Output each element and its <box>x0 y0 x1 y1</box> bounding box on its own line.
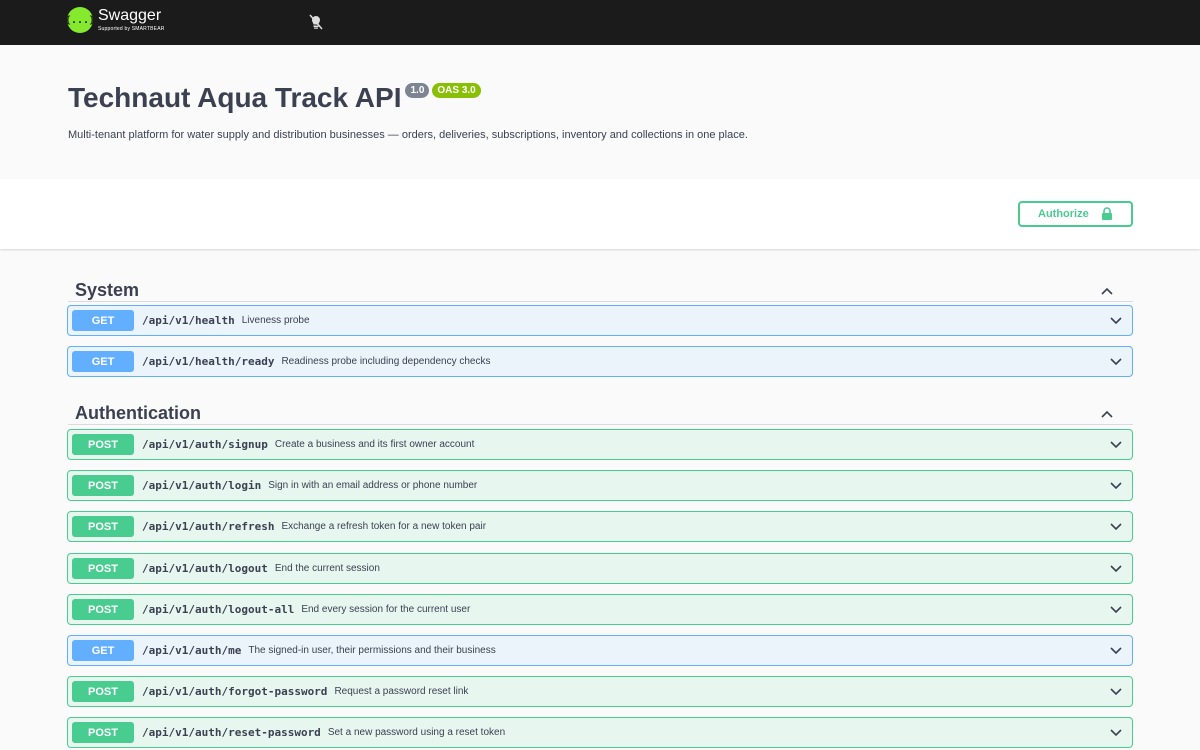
operation-path: /api/v1/auth/me <box>142 644 242 657</box>
lock-icon <box>1102 207 1112 220</box>
method-badge: POST <box>72 475 134 496</box>
api-description: Multi-tenant platform for water supply a… <box>68 129 748 141</box>
method-badge: GET <box>72 640 134 661</box>
chevron-down-icon[interactable] <box>1110 317 1122 325</box>
api-title-row: Technaut Aqua Track API 1.0 OAS 3.0 <box>68 82 481 114</box>
version-badge: 1.0 <box>405 83 430 98</box>
authorize-label: Authorize <box>1038 208 1089 220</box>
operation-row[interactable]: POST/api/v1/auth/signup Create a business… <box>67 429 1133 460</box>
method-badge: POST <box>72 599 134 620</box>
operation-summary: The signed-in user, their permissions an… <box>248 645 496 656</box>
page-title: Technaut Aqua Track API <box>68 82 402 113</box>
operation-summary: End every session for the current user <box>301 604 471 615</box>
operation-summary: Request a password reset link <box>334 686 469 697</box>
operation-path: /api/v1/health/ready <box>142 355 275 368</box>
chevron-down-icon[interactable] <box>1110 606 1122 614</box>
scheme-container: Authorize <box>0 179 1200 249</box>
section-title: System <box>75 280 140 300</box>
method-badge: GET <box>72 310 134 331</box>
operation-row[interactable]: GET/api/v1/health Liveness probe <box>67 305 1133 336</box>
section-title: Authentication <box>75 403 201 423</box>
method-badge: POST <box>72 722 134 743</box>
operation-summary: Liveness probe <box>241 315 310 326</box>
swagger-logo-icon: {...} <box>65 7 95 33</box>
operation-row[interactable]: GET/api/v1/health/ready Readiness probe i… <box>67 346 1133 377</box>
chevron-down-icon[interactable] <box>1110 729 1122 737</box>
method-badge: GET <box>72 351 134 372</box>
chevron-down-icon[interactable] <box>1110 565 1122 573</box>
chevron-up-icon[interactable] <box>1101 410 1113 418</box>
operation-path: /api/v1/auth/logout-all <box>142 603 295 616</box>
operation-row[interactable]: POST/api/v1/auth/reset-password Set a new… <box>67 717 1133 748</box>
operation-path: /api/v1/auth/refresh <box>142 520 275 533</box>
operation-row[interactable]: POST/api/v1/auth/logout-all End every ses… <box>67 594 1133 625</box>
method-badge: POST <box>72 558 134 579</box>
operation-summary: End the current session <box>274 563 380 574</box>
operation-summary: Create a business and its first owner ac… <box>274 439 475 450</box>
operation-row[interactable]: POST/api/v1/auth/login Sign in with an em… <box>67 470 1133 501</box>
operation-row[interactable]: POST/api/v1/auth/refresh Exchange a refre… <box>67 511 1133 542</box>
authorize-button[interactable]: Authorize <box>1018 201 1133 227</box>
logo-sub: Supported by SMARTBEAR <box>98 26 165 32</box>
chevron-down-icon[interactable] <box>1110 688 1122 696</box>
operation-path: /api/v1/auth/forgot-password <box>142 685 328 698</box>
swagger-logo[interactable]: {...} Swagger Supported by SMARTBEAR <box>65 7 165 33</box>
chevron-down-icon[interactable] <box>1110 358 1122 366</box>
topbar: {...} Swagger Supported by SMARTBEAR <box>0 0 1200 45</box>
operation-path: /api/v1/auth/logout <box>142 562 268 575</box>
chevron-down-icon[interactable] <box>1110 647 1122 655</box>
chevron-down-icon[interactable] <box>1110 523 1122 531</box>
operation-path: /api/v1/auth/login <box>142 479 262 492</box>
operation-path: /api/v1/health <box>142 314 235 327</box>
chevron-up-icon[interactable] <box>1101 287 1113 295</box>
method-badge: POST <box>72 516 134 537</box>
operation-row[interactable]: POST/api/v1/auth/forgot-password Request … <box>67 676 1133 707</box>
operation-path: /api/v1/auth/signup <box>142 438 268 451</box>
operation-row[interactable]: POST/api/v1/auth/logout End the current s… <box>67 553 1133 584</box>
chevron-down-icon[interactable] <box>1110 441 1122 449</box>
operation-summary: Readiness probe including dependency che… <box>281 356 491 367</box>
operation-summary: Exchange a refresh token for a new token… <box>281 521 487 532</box>
logo-text: Swagger Supported by SMARTBEAR <box>98 8 165 32</box>
chevron-down-icon[interactable] <box>1110 482 1122 490</box>
operation-path: /api/v1/auth/reset-password <box>142 726 321 739</box>
section-header-system[interactable]: System <box>68 265 1133 302</box>
operation-summary: Set a new password using a reset token <box>327 727 506 738</box>
method-badge: POST <box>72 681 134 702</box>
section-header-authentication[interactable]: Authentication <box>68 388 1133 425</box>
method-badge: POST <box>72 434 134 455</box>
dark-mode-toggle-icon[interactable] <box>309 14 323 30</box>
operation-summary: Sign in with an email address or phone n… <box>268 480 478 491</box>
logo-name: Swagger <box>98 7 162 24</box>
oas-badge: OAS 3.0 <box>432 83 481 98</box>
operation-row[interactable]: GET/api/v1/auth/me The signed-in user, th… <box>67 635 1133 666</box>
